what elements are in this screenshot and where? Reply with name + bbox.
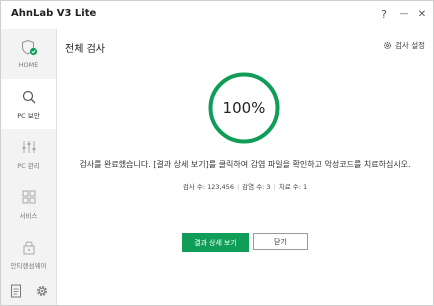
sidebar-item-label: 안티랜섬웨어	[10, 262, 47, 270]
sidebar-item-pc-management[interactable]: PC 관리	[1, 129, 56, 179]
document-icon[interactable]	[10, 283, 22, 302]
sidebar-item-label: PC 관리	[17, 162, 40, 170]
sidebar-item-label: PC 보안	[17, 112, 40, 120]
close-button[interactable]: ✕	[413, 5, 431, 23]
sliders-icon	[20, 138, 38, 156]
sidebar-item-services[interactable]: 서비스	[1, 179, 56, 229]
progress-ring: 100%	[207, 71, 281, 145]
scan-settings-link[interactable]: 검사 설정	[383, 40, 425, 51]
gear-icon	[383, 41, 392, 50]
app-title: AhnLab V3 Lite	[11, 8, 97, 19]
sidebar-item-pc-security[interactable]: PC 보안	[1, 79, 56, 129]
progress-percent: 100%	[222, 99, 266, 117]
close-dialog-button[interactable]: 닫기	[253, 233, 308, 250]
page-title: 전체 검사	[65, 44, 105, 55]
grid-icon	[20, 188, 38, 206]
view-details-button[interactable]: 결과 상세 보기	[182, 233, 249, 252]
title-bar: AhnLab V3 Lite ? — ✕	[1, 1, 433, 29]
sidebar-item-anti-ransomware[interactable]: 안티랜섬웨어	[1, 229, 56, 279]
sidebar-item-home[interactable]: HOME	[1, 29, 56, 79]
treated-count: 치료 수: 1	[278, 183, 308, 191]
sidebar: HOME PC 보안 PC 관리 서비스 안티랜섬웨어	[1, 29, 57, 305]
help-button[interactable]: ?	[375, 5, 393, 23]
minimize-button[interactable]: —	[395, 5, 413, 23]
main-content: 전체 검사 검사 설정 100% 검사를 완료했습니다. [결과 상세 보기]를…	[57, 29, 433, 305]
sidebar-item-label: HOME	[18, 61, 39, 69]
app-window: AhnLab V3 Lite ? — ✕ HOME PC 보안 PC 관리 서비…	[0, 0, 434, 306]
completion-message: 검사를 완료했습니다. [결과 상세 보기]를 클릭하여 감염 파일을 확인하고…	[79, 160, 411, 169]
sidebar-item-label: 서비스	[19, 212, 38, 220]
scan-settings-label: 검사 설정	[395, 41, 425, 50]
scan-stats: 검사 수: 123,456 | 감염 수: 3 | 치료 수: 1	[182, 183, 308, 191]
sidebar-bottom	[1, 283, 56, 299]
infected-count: 감염 수: 3	[242, 183, 271, 191]
scanned-count: 검사 수: 123,456	[182, 183, 234, 191]
gear-icon[interactable]	[35, 283, 49, 302]
search-icon	[20, 88, 38, 106]
lock-icon	[20, 238, 38, 256]
shield-check-icon	[20, 39, 38, 57]
